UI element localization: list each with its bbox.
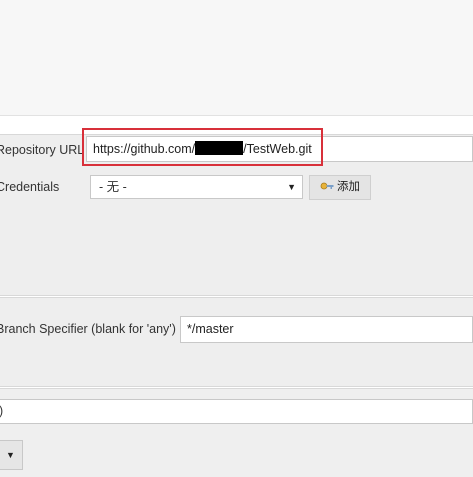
branch-specifier-label: Branch Specifier (blank for 'any')	[0, 322, 176, 336]
branch-specifier-input[interactable]: */master	[180, 316, 473, 343]
top-area	[0, 0, 473, 116]
credentials-label: Credentials	[0, 180, 60, 194]
git-scm-config-panel: Repository URL https://github.com/ /TestW…	[0, 0, 473, 477]
repository-url-input[interactable]: https://github.com/ /TestWeb.git	[86, 136, 473, 162]
repository-url-label: Repository URL	[0, 143, 85, 157]
add-credentials-button[interactable]: 添加	[309, 175, 371, 200]
credentials-select[interactable]: - 无 - ▼	[90, 175, 303, 199]
add-credentials-label: 添加	[337, 181, 360, 193]
bottom-field[interactable]: )	[0, 399, 473, 424]
dropdown-button[interactable]: ▼	[0, 440, 23, 470]
credentials-selected-value: - 无 -	[99, 180, 127, 194]
key-icon	[320, 182, 334, 190]
dropdown-caret-icon: ▼	[6, 450, 15, 460]
redacted-username	[195, 141, 244, 155]
dropdown-arrow-icon: ▼	[287, 182, 296, 192]
repository-url-prefix: https://github.com/	[93, 142, 196, 156]
repository-url-suffix: /TestWeb.git	[243, 142, 312, 156]
